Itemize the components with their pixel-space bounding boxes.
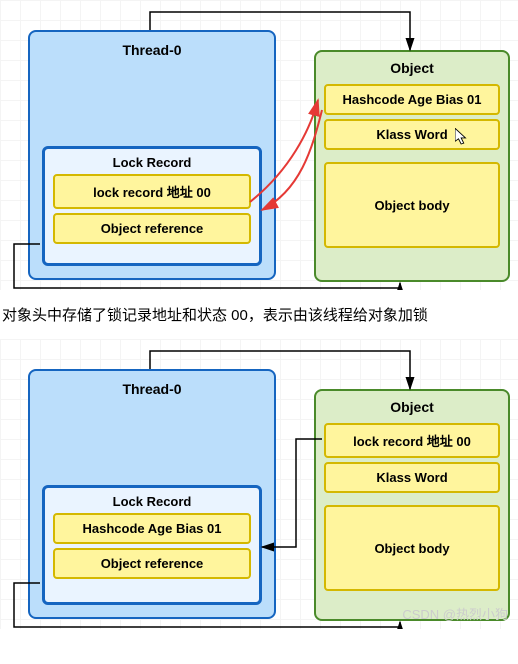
lock-record-slot-2: Object reference [53,548,251,579]
lock-record-title: Lock Record [53,494,251,509]
lock-record-title: Lock Record [53,155,251,170]
object-row-1: Hashcode Age Bias 01 [324,84,500,115]
thread-title: Thread-0 [30,381,274,397]
thread-box: Thread-0 Lock Record lock record 地址 00 O… [28,30,276,280]
lock-record-box: Lock Record lock record 地址 00 Object ref… [42,146,262,266]
diagram-2: Thread-0 Lock Record Hashcode Age Bias 0… [0,339,518,629]
diagram-1: Thread-0 Lock Record lock record 地址 00 O… [0,0,518,290]
object-box: Object Hashcode Age Bias 01 Klass Word O… [314,50,510,282]
lock-record-slot-1: lock record 地址 00 [53,174,251,209]
lock-record-slot-1: Hashcode Age Bias 01 [53,513,251,544]
object-body: Object body [324,162,500,248]
object-row-1: lock record 地址 00 [324,423,500,458]
lock-record-slot-2: Object reference [53,213,251,244]
watermark: CSDN @热烈小狗 [402,604,508,623]
object-title: Object [324,399,500,415]
caption-text: 对象头中存储了锁记录地址和状态 00，表示由该线程给对象加锁 [0,290,518,339]
object-row-2: Klass Word [324,119,500,150]
lock-record-box: Lock Record Hashcode Age Bias 01 Object … [42,485,262,605]
object-body: Object body [324,505,500,591]
object-row-2: Klass Word [324,462,500,493]
thread-title: Thread-0 [30,42,274,58]
thread-box: Thread-0 Lock Record Hashcode Age Bias 0… [28,369,276,619]
object-box: Object lock record 地址 00 Klass Word Obje… [314,389,510,621]
object-title: Object [324,60,500,76]
